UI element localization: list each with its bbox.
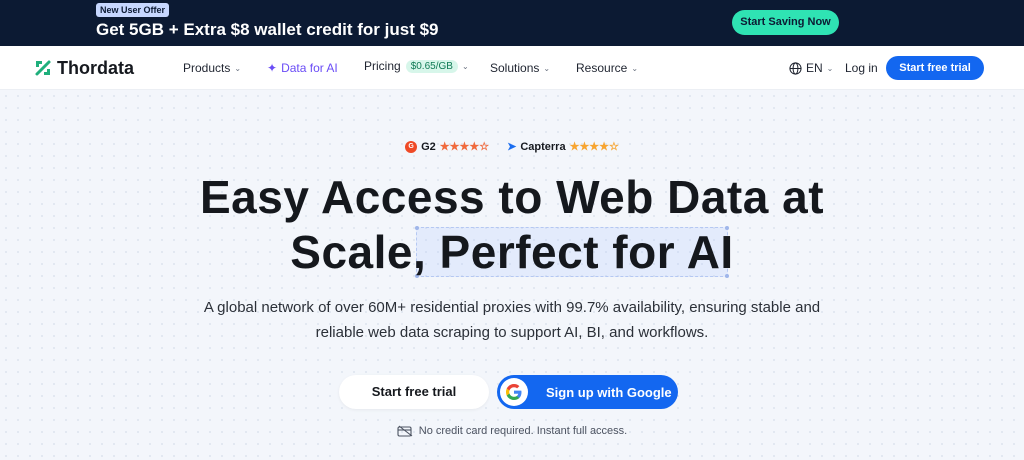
google-signup-label: Sign up with Google <box>546 384 672 400</box>
chevron-down-icon: ⌄ <box>234 63 242 73</box>
chevron-down-icon: ⌄ <box>826 63 834 73</box>
g2-rating: G G2 ★★★★☆ <box>405 140 489 153</box>
main-nav: Thordata Products ⌄ ✦ Data for AI Pricin… <box>0 46 1024 90</box>
language-selector[interactable]: EN ⌄ <box>789 61 833 75</box>
globe-icon <box>789 61 802 75</box>
nav-solutions[interactable]: Solutions ⌄ <box>490 61 550 75</box>
nav-data-for-ai-label: Data for AI <box>281 61 338 75</box>
promo-text: Get 5GB + Extra $8 wallet credit for jus… <box>96 20 439 39</box>
new-user-badge: New User Offer <box>96 3 170 17</box>
sparkle-icon: ✦ <box>267 61 278 75</box>
g2-label: G2 <box>421 140 436 153</box>
capterra-logo-icon: ➤ <box>507 141 517 153</box>
nav-resource[interactable]: Resource ⌄ <box>576 61 638 75</box>
logo[interactable]: Thordata <box>33 58 134 78</box>
nav-pricing[interactable]: Pricing $0.65/GB ⌄ <box>364 59 469 73</box>
g2-stars: ★★★★☆ <box>439 141 490 153</box>
nav-start-trial-button[interactable]: Start free trial <box>886 56 984 80</box>
hero-headline-line2: Scale, Perfect for AI <box>290 226 734 278</box>
capterra-stars: ★★★★☆ <box>569 141 619 153</box>
language-label: EN <box>806 61 823 75</box>
capterra-rating: ➤ Capterra ★★★★☆ <box>507 140 619 154</box>
nav-products[interactable]: Products ⌄ <box>183 61 241 75</box>
capterra-label: Capterra <box>520 140 566 153</box>
google-signup-button[interactable]: Sign up with Google <box>497 375 678 409</box>
no-credit-card-icon <box>397 425 413 437</box>
login-link[interactable]: Log in <box>845 61 878 75</box>
nav-products-label: Products <box>183 61 231 75</box>
hero-subtitle-line1: A global network of over 60M+ residentia… <box>203 299 821 316</box>
nav-data-for-ai[interactable]: ✦ Data for AI <box>267 61 338 75</box>
nav-resource-label: Resource <box>576 61 628 75</box>
no-credit-card-text: No credit card required. Instant full ac… <box>418 425 628 437</box>
hero-subtitle-line2: reliable web data scraping to support AI… <box>315 324 709 341</box>
g2-logo-icon: G <box>405 140 418 153</box>
thordata-logo-icon <box>35 60 51 76</box>
hero-start-trial-button[interactable]: Start free trial <box>339 375 489 409</box>
hero-headline-line1: Easy Access to Web Data at <box>199 171 825 223</box>
chevron-down-icon: ⌄ <box>461 61 469 71</box>
nav-pricing-label: Pricing <box>364 59 401 73</box>
start-saving-button[interactable]: Start Saving Now <box>732 10 839 35</box>
nav-solutions-label: Solutions <box>490 61 540 75</box>
chevron-down-icon: ⌄ <box>631 63 639 73</box>
no-credit-card-note: No credit card required. Instant full ac… <box>0 425 1024 437</box>
logo-text: Thordata <box>57 57 135 78</box>
chevron-down-icon: ⌄ <box>543 63 551 73</box>
promo-banner: New User Offer Get 5GB + Extra $8 wallet… <box>0 0 1024 46</box>
ratings-row: G G2 ★★★★☆ ➤ Capterra ★★★★☆ <box>0 140 1024 153</box>
google-icon <box>500 378 528 406</box>
pricing-badge: $0.65/GB <box>405 59 458 73</box>
